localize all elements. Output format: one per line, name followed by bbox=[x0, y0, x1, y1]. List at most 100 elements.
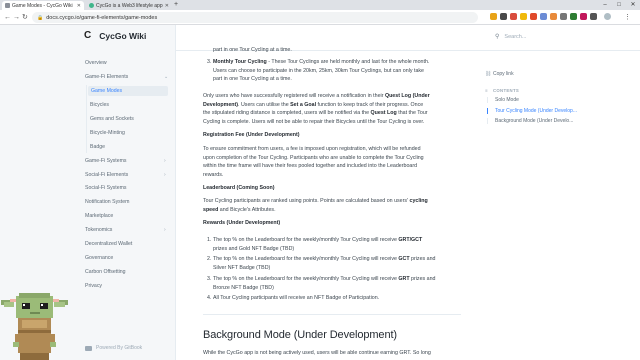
section-heading: Rewards (Under Development) bbox=[203, 220, 281, 226]
extension-icon[interactable] bbox=[490, 13, 497, 20]
close-window-icon[interactable]: ✕ bbox=[626, 0, 640, 10]
chevron-right-icon[interactable]: › bbox=[164, 227, 166, 233]
powered-by-gitbook[interactable]: Powered By GitBook bbox=[85, 345, 142, 351]
chevron-right-icon[interactable]: › bbox=[164, 158, 166, 164]
sidebar-item-gems-and-sockets[interactable]: Gems and Sockets bbox=[90, 116, 134, 122]
list-icon: ≡ bbox=[485, 88, 488, 93]
text: function to keep track of their progress… bbox=[316, 101, 424, 108]
bold-text: Quest Log bbox=[370, 110, 397, 117]
tab-cycgo-home[interactable]: CycGo is a Web3 lifestyle app wi ✕ bbox=[86, 1, 172, 10]
paragraph: Only users who have successfully registe… bbox=[203, 92, 461, 127]
extension-icon[interactable] bbox=[580, 13, 587, 20]
text: prizes and Gold NFT Badge (TBD) bbox=[213, 245, 295, 252]
list-item: The top % on the Leaderboard for the wee… bbox=[213, 236, 461, 253]
extension-icon[interactable] bbox=[570, 13, 577, 20]
sidebar-item-decentralized-wallet[interactable]: Decentralized Wallet bbox=[85, 241, 132, 247]
list-number: 4. bbox=[207, 295, 212, 301]
site-title: CycGo Wiki bbox=[99, 30, 147, 41]
contents-heading: ≡ CONTENTS bbox=[485, 88, 520, 93]
sidebar-item-privacy[interactable]: Privacy bbox=[85, 283, 102, 289]
text: within the time frame will have their fe… bbox=[203, 163, 418, 170]
extension-icon[interactable] bbox=[590, 13, 597, 20]
paragraph: While the CycGo app is not being activel… bbox=[203, 350, 431, 356]
text: The top % on the Leaderboard for the wee… bbox=[213, 256, 399, 262]
menu-icon[interactable]: ⋮ bbox=[624, 13, 631, 22]
list-number: 1. bbox=[207, 237, 212, 243]
back-icon[interactable]: ← bbox=[4, 13, 11, 22]
sidebar-item-marketplace[interactable]: Marketplace bbox=[85, 213, 113, 219]
sidebar-item-social-fi-systems[interactable]: Social-Fi Systems bbox=[85, 185, 127, 191]
sidebar-item-carbon-offsetting[interactable]: Carbon Offsetting bbox=[85, 269, 126, 275]
list-number: 3. bbox=[207, 59, 212, 65]
text: the stipulated riding distance is comple… bbox=[203, 110, 371, 117]
paragraph: To ensure commitment from users, a fee i… bbox=[203, 145, 461, 180]
sidebar-item-bicycles[interactable]: Bicycles bbox=[90, 102, 109, 108]
text: The top % on the Leaderboard for the wee… bbox=[213, 237, 399, 243]
sidebar-item-label: Social-Fi Elements bbox=[85, 172, 129, 178]
bold-text: GCT bbox=[398, 256, 410, 262]
reload-icon[interactable]: ↻ bbox=[22, 13, 28, 22]
forward-icon[interactable]: → bbox=[13, 13, 20, 22]
sidebar-item-overview[interactable]: Overview bbox=[85, 60, 107, 66]
text: part in one Tour Cycling at a time. bbox=[213, 76, 292, 83]
toc-item-solo-mode[interactable]: Solo Mode bbox=[487, 97, 579, 103]
toc-item-tour-cycling-mode[interactable]: Tour Cycling Mode (Under Develop... bbox=[487, 108, 579, 114]
extension-icon[interactable] bbox=[560, 13, 567, 20]
list-item: All Tour Cycling participants will recei… bbox=[213, 294, 461, 303]
list-item: The top % on the Leaderboard for the wee… bbox=[213, 255, 461, 272]
tab-label: Game Modes - CycGo Wiki bbox=[12, 2, 73, 9]
address-text: docs.cycgo.io/game-fi-elements/game-mode… bbox=[46, 14, 158, 21]
sidebar-item-bicycle-minting[interactable]: Bicycle-Minting bbox=[90, 130, 125, 136]
browser-toolbar: ← → ↻ 🔒 docs.cycgo.io/game-fi-elements/g… bbox=[0, 10, 640, 25]
new-tab-button[interactable]: + bbox=[174, 1, 178, 9]
sidebar-item-notification-system[interactable]: Notification System bbox=[85, 199, 129, 205]
text: Users can choose to participate in the 2… bbox=[213, 67, 424, 74]
address-bar[interactable]: 🔒 docs.cycgo.io/game-fi-elements/game-mo… bbox=[32, 12, 478, 23]
extension-icon[interactable] bbox=[550, 13, 557, 20]
text: The top % on the Leaderboard for the wee… bbox=[213, 276, 399, 282]
profile-avatar[interactable] bbox=[604, 13, 611, 20]
tab-game-modes[interactable]: Game Modes - CycGo Wiki ✕ bbox=[2, 1, 84, 10]
text: Silver NFT Badge (TBD) bbox=[213, 264, 271, 271]
sidebar-item-governance[interactable]: Governance bbox=[85, 255, 113, 261]
bold-text: GRT bbox=[398, 276, 410, 282]
sidebar-item-game-modes[interactable]: Game Modes bbox=[88, 86, 168, 96]
sidebar-item-game-fi-systems[interactable]: Game-Fi Systems › bbox=[85, 158, 173, 164]
chevron-down-icon[interactable]: ⌄ bbox=[164, 74, 168, 80]
text: . Users can utilise the bbox=[238, 101, 291, 108]
bold-text: Monthly Tour Cycling bbox=[213, 59, 267, 65]
sidebar-item-label: Game-Fi Elements bbox=[85, 74, 129, 80]
submenu-line bbox=[86, 85, 87, 153]
cycgo-logo-icon: C bbox=[84, 30, 92, 41]
bold-text: speed bbox=[203, 206, 219, 213]
contents-label: CONTENTS bbox=[493, 88, 520, 93]
sidebar-item-social-fi-elements[interactable]: Social-Fi Elements › bbox=[85, 172, 173, 178]
minimize-icon[interactable]: – bbox=[598, 0, 612, 10]
lock-icon: 🔒 bbox=[37, 14, 44, 21]
extension-icon[interactable] bbox=[520, 13, 527, 20]
text: To ensure commitment from users, a fee i… bbox=[203, 146, 421, 152]
section-divider bbox=[203, 314, 461, 315]
search-icon: ⚲ bbox=[495, 34, 500, 40]
extension-icon[interactable] bbox=[540, 13, 547, 20]
toc-item-background-mode[interactable]: Background Mode (Under Develo... bbox=[487, 118, 579, 124]
search-input[interactable]: ⚲ Search... bbox=[495, 33, 527, 41]
text: Bronze NFT Badge (TBD) bbox=[213, 284, 274, 291]
sidebar-item-game-fi-elements[interactable]: Game-Fi Elements ⌄ bbox=[85, 74, 173, 80]
close-tab-icon[interactable]: ✕ bbox=[165, 3, 169, 9]
extension-icon[interactable] bbox=[530, 13, 537, 20]
maximize-icon[interactable]: □ bbox=[612, 0, 626, 10]
search-placeholder: Search... bbox=[504, 33, 527, 40]
extension-icon[interactable] bbox=[510, 13, 517, 20]
browser-tab-bar: Game Modes - CycGo Wiki ✕ CycGo is a Web… bbox=[0, 0, 640, 10]
copy-link-button[interactable]: ⛓ Copy link bbox=[485, 71, 514, 77]
text: prizes and bbox=[409, 276, 436, 282]
text: and Bicycle's Attributes. bbox=[218, 206, 276, 213]
chevron-right-icon[interactable]: › bbox=[164, 172, 166, 178]
extension-icon[interactable] bbox=[500, 13, 507, 20]
list-number: 2. bbox=[207, 256, 212, 262]
sidebar-item-badge[interactable]: Badge bbox=[90, 144, 105, 150]
sidebar-item-tokenomics[interactable]: Tokenomics › bbox=[85, 227, 173, 233]
site-brand[interactable]: C CycGo Wiki bbox=[84, 30, 146, 41]
close-tab-icon[interactable]: ✕ bbox=[77, 3, 81, 9]
